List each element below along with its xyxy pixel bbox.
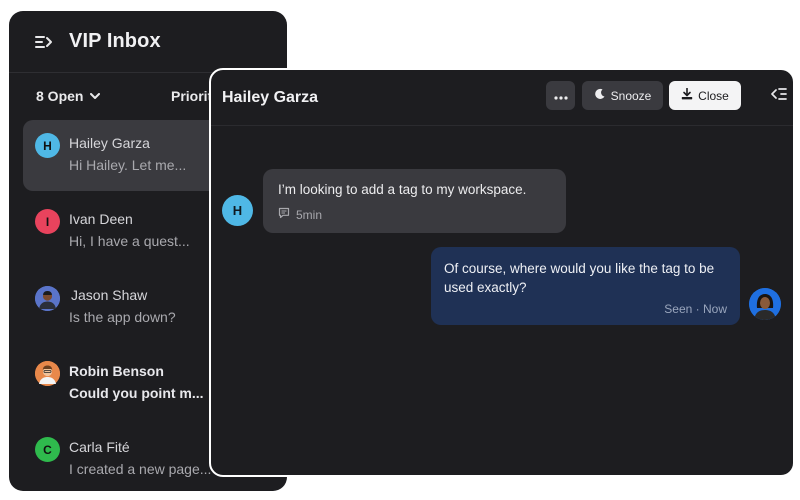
chevron-down-icon <box>90 92 101 100</box>
menu-collapse-icon[interactable] <box>35 32 55 52</box>
conversation-name: Carla Fité <box>69 439 130 455</box>
incoming-message-text: I’m looking to add a tag to my workspace… <box>278 182 527 197</box>
conversation-preview: Hi, I have a quest... <box>69 233 190 249</box>
agent-avatar <box>749 288 781 320</box>
conversation-panel: Hailey Garza Snooze Close H I’m looking … <box>209 68 795 477</box>
collapse-panel-icon <box>771 87 787 106</box>
conversation-preview: Is the app down? <box>69 309 176 325</box>
more-options-button[interactable] <box>546 81 575 110</box>
snooze-label: Snooze <box>610 88 652 103</box>
avatar: H <box>35 133 60 158</box>
conversation-name: Jason Shaw <box>71 287 148 303</box>
conversation-title: Hailey Garza <box>222 88 319 106</box>
close-label: Close <box>698 88 729 103</box>
incoming-message-bubble: I’m looking to add a tag to my workspace… <box>263 169 566 233</box>
outgoing-message-status: Seen · Now <box>664 302 727 316</box>
incoming-message-meta: 5min <box>278 207 322 222</box>
close-conversation-button[interactable]: Close <box>669 81 741 110</box>
conversation-name: Robin Benson <box>69 363 164 379</box>
conversation-preview: Could you point m... <box>69 385 204 401</box>
moon-icon <box>594 88 606 103</box>
incoming-message-time: 5min <box>296 207 323 222</box>
archive-download-icon <box>681 87 693 103</box>
avatar <box>35 361 60 386</box>
snooze-button[interactable]: Snooze <box>582 81 663 110</box>
outgoing-message-bubble: Of course, where would you like the tag … <box>431 247 740 325</box>
collapse-panel-button[interactable] <box>770 87 788 106</box>
comment-icon <box>278 207 290 222</box>
conversation-name: Hailey Garza <box>69 135 150 151</box>
conversation-preview: Hi Hailey. Let me... <box>69 157 187 173</box>
avatar <box>35 286 60 311</box>
outgoing-message-text: Of course, where would you like the tag … <box>444 261 715 295</box>
avatar: C <box>35 437 60 462</box>
inbox-header: VIP Inbox <box>9 11 287 73</box>
more-horizontal-icon <box>553 87 568 105</box>
open-filter-label: 8 Open <box>36 88 84 104</box>
conversation-name: Ivan Deen <box>69 211 133 227</box>
conversation-preview: I created a new page... <box>69 461 212 477</box>
customer-avatar: H <box>222 195 253 226</box>
open-filter-dropdown[interactable]: 8 Open <box>36 88 101 104</box>
avatar: I <box>35 209 60 234</box>
conversation-header: Hailey Garza Snooze Close <box>211 70 793 126</box>
inbox-title: VIP Inbox <box>69 30 161 52</box>
